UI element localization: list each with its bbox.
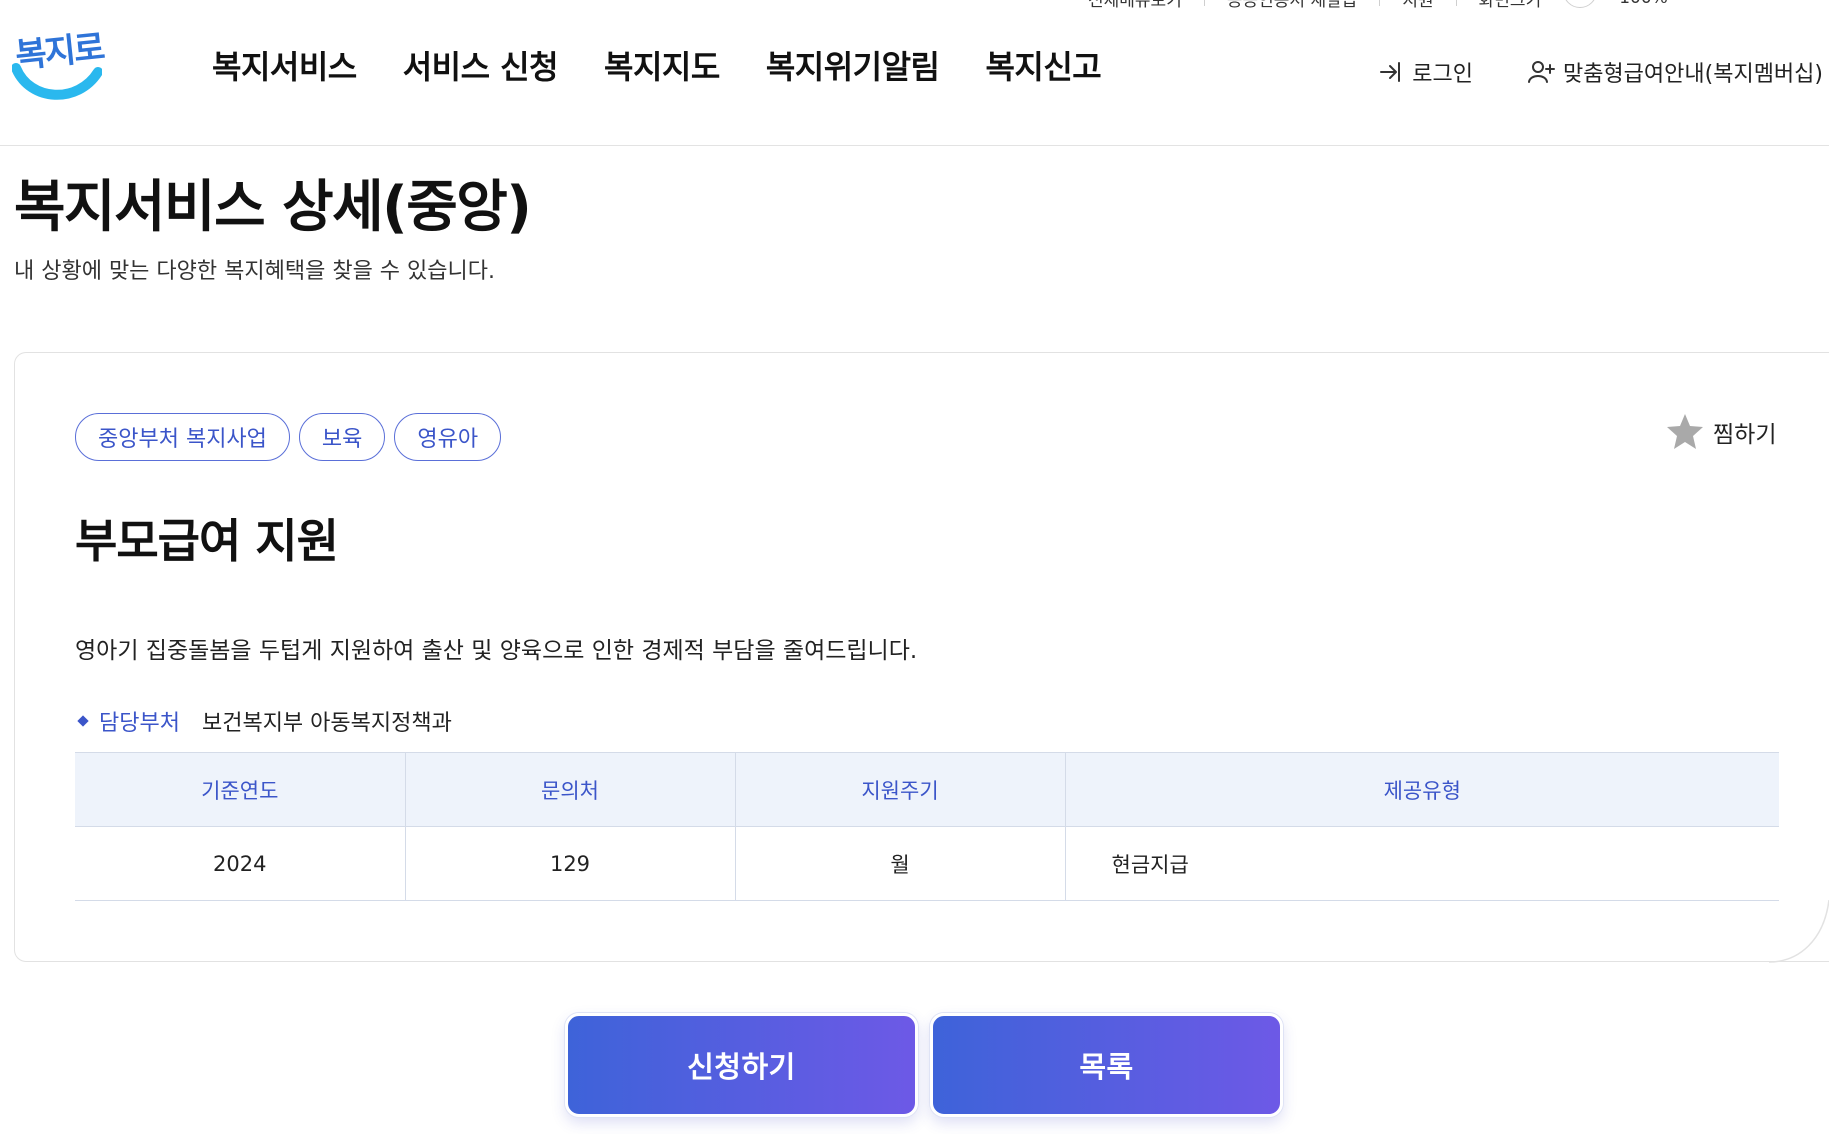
utility-bar: 전체메뉴보기 공공인증서 재발급 지원 화면크기 100% <box>1088 0 1668 11</box>
nav-item-welfare-service[interactable]: 복지서비스 <box>212 42 357 88</box>
login-icon <box>1380 62 1401 82</box>
service-tags: 중앙부처 복지사업 보육 영유아 <box>75 413 502 461</box>
site-header: 전체메뉴보기 공공인증서 재발급 지원 화면크기 100% 복지로 복지서비스 … <box>0 0 1829 146</box>
zoom-level: 100% <box>1619 0 1668 8</box>
util-link-support[interactable]: 지원 <box>1402 0 1433 11</box>
service-summary: 영아기 집중돌봄을 두텁게 지원하여 출산 및 양육으로 인한 경제적 부담을 … <box>75 638 918 664</box>
service-info-table: 기준연도 문의처 지원주기 제공유형 2024 129 월 현금지급 <box>75 752 1779 901</box>
tag-infant[interactable]: 영유아 <box>394 413 502 461</box>
table-row: 2024 129 월 현금지급 <box>75 826 1779 901</box>
department-value: 보건복지부 아동복지정책과 <box>201 711 452 736</box>
zoom-out-button[interactable] <box>1563 0 1598 8</box>
cell-contact: 129 <box>405 826 736 901</box>
site-logo[interactable]: 복지로 <box>12 24 105 104</box>
apply-button[interactable]: 신청하기 <box>565 1013 918 1117</box>
table-header-contact: 문의처 <box>405 752 736 827</box>
util-link-screen-size[interactable]: 화면크기 <box>1479 0 1542 11</box>
page-title: 복지서비스 상세(중앙) <box>14 175 532 240</box>
nav-item-welfare-map[interactable]: 복지지도 <box>604 42 720 88</box>
util-link-all-menu[interactable]: 전체메뉴보기 <box>1088 0 1182 11</box>
divider <box>1455 0 1457 6</box>
cell-provision-type: 현금지급 <box>1065 826 1779 901</box>
card-corner-decoration <box>1769 900 1829 963</box>
table-header-row: 기준연도 문의처 지원주기 제공유형 <box>75 752 1779 827</box>
add-user-icon <box>1527 61 1555 83</box>
service-detail-card: 중앙부처 복지사업 보육 영유아 찜하기 부모급여 지원 영아기 집중돌봄을 두… <box>14 352 1829 962</box>
logo-smile-icon <box>12 63 102 100</box>
main-navigation: 복지서비스 서비스 신청 복지지도 복지위기알림 복지신고 <box>212 42 1102 88</box>
responsible-department: 담당부처 보건복지부 아동복지정책과 <box>75 705 452 737</box>
divider <box>1203 0 1205 6</box>
tag-childcare[interactable]: 보육 <box>298 413 386 461</box>
nav-item-crisis-alert[interactable]: 복지위기알림 <box>766 42 940 88</box>
service-title: 부모급여 지원 <box>75 514 339 568</box>
nav-item-service-apply[interactable]: 서비스 신청 <box>403 42 559 88</box>
cell-support-cycle: 월 <box>735 826 1066 901</box>
login-label: 로그인 <box>1412 62 1473 87</box>
table-header-provision-type: 제공유형 <box>1065 752 1779 827</box>
page-description: 내 상황에 맞는 다양한 복지혜택을 찾을 수 있습니다. <box>14 259 495 284</box>
table-header-support-cycle: 지원주기 <box>735 752 1066 827</box>
star-icon <box>1667 414 1703 449</box>
bullet-diamond-icon <box>77 715 89 727</box>
util-link-certificate[interactable]: 공공인증서 재발급 <box>1227 0 1358 11</box>
tag-central-ministry[interactable]: 중앙부처 복지사업 <box>75 413 290 461</box>
header-actions: 로그인 맞춤형급여안내(복지멤버십) <box>1378 56 1823 88</box>
membership-label: 맞춤형급여안내(복지멤버십) <box>1562 62 1823 87</box>
table-header-base-year: 기준연도 <box>75 752 406 827</box>
login-link[interactable]: 로그인 <box>1378 56 1473 88</box>
divider <box>1379 0 1381 6</box>
page: 전체메뉴보기 공공인증서 재발급 지원 화면크기 100% 복지로 복지서비스 … <box>0 0 1829 1134</box>
action-buttons: 신청하기 목록 <box>565 1013 1283 1117</box>
nav-item-welfare-report[interactable]: 복지신고 <box>985 42 1101 88</box>
bookmark-label: 찜하기 <box>1713 422 1777 448</box>
cell-base-year: 2024 <box>75 826 406 901</box>
membership-link[interactable]: 맞춤형급여안내(복지멤버십) <box>1527 56 1823 88</box>
department-label: 담당부처 <box>99 711 180 736</box>
bookmark-button[interactable]: 찜하기 <box>1665 413 1776 451</box>
list-button[interactable]: 목록 <box>930 1013 1283 1117</box>
